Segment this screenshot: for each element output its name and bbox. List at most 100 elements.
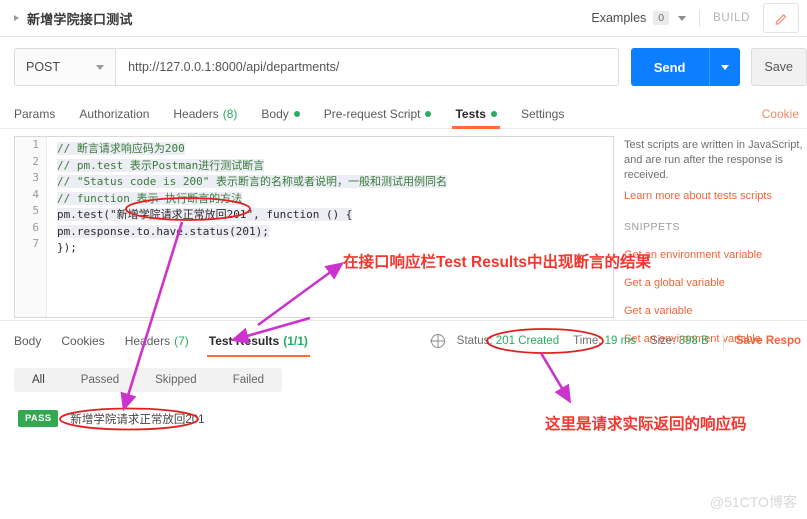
annotation-arrow-status-to-note2 [539,352,572,404]
tab-pre-request-script[interactable]: Pre-request Script [324,99,432,129]
tab-count: (7) [174,334,189,348]
globe-icon[interactable] [430,334,445,348]
status-label: Status: [456,335,493,347]
tests-code-editor[interactable]: 1 2 3 4 5 6 7 // 断言请求响应码为200 // pm.test … [14,136,614,318]
modified-dot-icon [425,110,432,117]
header-actions: Examples 0 BUILD [591,3,807,33]
save-response-button[interactable]: Save Respo [736,335,801,347]
code-text: }); [57,241,77,254]
tab-label: Params [14,106,56,121]
divider [699,9,701,27]
tab-label: Cookies [61,334,105,348]
line-number: 4 [32,187,39,201]
examples-count-badge: 0 [653,11,670,25]
code-text: pm.response.to.have.status(201); [57,224,269,238]
chevron-down-icon [720,64,729,70]
tab-label: Pre-request Script [323,106,421,121]
line-number: 7 [32,237,39,250]
filter-failed[interactable]: Failed [215,374,282,386]
filter-all[interactable]: All [14,374,63,386]
response-divider [0,320,807,321]
code-text: pm.test("新增学院请求正常放回201", function () { [57,208,353,221]
snippet-get-variable[interactable]: Get a variable [624,304,807,319]
method-chevron-down-icon [96,64,105,70]
send-button-group: Send [630,48,740,86]
modified-dot-icon [490,110,497,117]
line-number: 2 [32,154,39,168]
size-label: Size: [649,335,676,347]
edit-button[interactable] [763,3,799,33]
tab-label: Body [14,334,42,348]
http-method-value: POST [26,60,61,74]
snippet-get-global-variable[interactable]: Get a global variable [624,276,807,291]
snippets-description: Test scripts are written in JavaScript, … [624,139,803,181]
tab-authorization[interactable]: Authorization [79,99,149,129]
code-text: // pm.test 表示Postman进行测试断言 [57,158,265,172]
url-input[interactable]: http://127.0.0.1:8000/api/departments/ [115,48,619,86]
filter-passed[interactable]: Passed [63,374,137,386]
line-number: 5 [32,204,39,217]
http-method-select[interactable]: POST [14,48,116,86]
save-button[interactable]: Save [750,48,807,86]
code-line: // function 表示 执行断言的方法 [57,191,613,208]
size-badge: Size: 398 B [650,335,709,347]
tab-body[interactable]: Body [261,99,300,129]
line-number: 1 [32,138,39,151]
url-value: http://127.0.0.1:8000/api/departments/ [128,60,340,74]
watermark: @51CTO博客 [709,494,797,510]
snippets-heading: SNIPPETS [624,221,680,233]
response-meta: Status: 201 Created Time: 19 ms Size: 39… [430,333,807,349]
line-number: 6 [32,220,39,234]
code-line: // 断言请求响应码为200 [57,141,613,158]
code-text: // function 表示 执行断言的方法 [57,191,243,205]
tab-response-headers[interactable]: Headers (7) [125,327,189,355]
snippet-get-environment-variable[interactable]: Get an environment variable [624,248,807,263]
code-line: // "Status code is 200" 表示断言的名称或者说明，一般和测… [57,174,613,191]
tab-tests[interactable]: Tests [452,99,501,129]
code-line: // pm.test 表示Postman进行测试断言 [57,158,613,175]
status-badge: Status: 201 Created [457,335,559,347]
tab-label: Headers [173,106,219,121]
request-header-bar: 新增学院接口测试 Examples 0 BUILD [0,0,807,37]
tab-response-body[interactable]: Body [14,327,41,355]
tab-test-results[interactable]: Test Results (1/1) [206,327,311,357]
tab-headers[interactable]: Headers (8) [173,99,237,129]
code-line: pm.test("新增学院请求正常放回201", function () { [57,207,613,224]
annotation-text-1: 在接口响应栏Test Results中出现断言的结果 [343,254,652,271]
send-button[interactable]: Send [630,48,709,86]
learn-more-link[interactable]: Learn more about tests scripts [624,189,807,204]
test-result-row: PASS 新增学院请求正常放回201 [18,410,205,427]
time-value: 19 ms [604,335,636,347]
url-bar: POST http://127.0.0.1:8000/api/departmen… [0,38,807,96]
tab-params[interactable]: Params [14,99,55,129]
modified-dot-icon [293,110,300,117]
annotation-text-2: 这里是请求实际返回的响应码 [545,416,747,433]
line-number: 3 [32,171,39,184]
tab-count: (1/1) [283,334,308,348]
time-badge: Time: 19 ms [573,335,636,347]
request-tabs: Params Authorization Headers (8) Body Pr… [0,99,807,129]
cookies-link[interactable]: Cookie [762,107,807,121]
filter-skipped[interactable]: Skipped [137,374,215,386]
pass-badge: PASS [18,410,59,427]
build-button[interactable]: BUILD [713,12,750,24]
tab-label: Tests [455,106,486,121]
tab-settings[interactable]: Settings [521,99,564,129]
send-options-button[interactable] [708,48,740,86]
examples-chevron-down-icon[interactable] [678,15,687,21]
status-value: 201 Created [495,335,560,347]
test-result-name: 新增学院请求正常放回201 [70,413,205,426]
postman-window: 新增学院接口测试 Examples 0 BUILD POST http://12… [0,0,807,519]
snippets-panel: Test scripts are written in JavaScript, … [624,138,807,347]
tab-label: Body [261,106,289,121]
expand-caret-icon[interactable] [14,15,19,21]
page-title: 新增学院接口测试 [27,11,133,27]
tab-response-cookies[interactable]: Cookies [61,327,104,355]
request-title-group: 新增学院接口测试 [0,9,133,28]
response-tabs: Body Cookies Headers (7) Test Results (1… [0,327,807,357]
editor-content[interactable]: // 断言请求响应码为200 // pm.test 表示Postman进行测试断… [48,137,613,257]
code-text: // "Status code is 200" 表示断言的名称或者说明，一般和测… [57,175,447,188]
time-label: Time: [573,335,602,347]
size-value: 398 B [678,335,709,347]
code-line: pm.response.to.have.status(201); [57,224,613,241]
